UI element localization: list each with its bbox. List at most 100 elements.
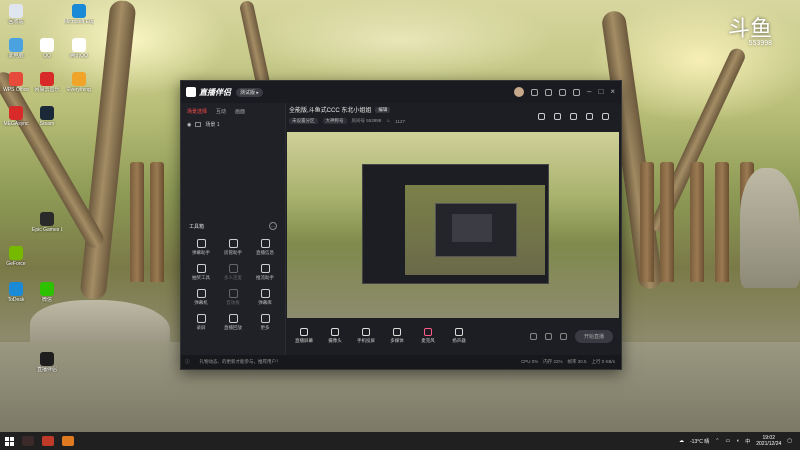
settings-icon[interactable] [559, 88, 567, 96]
tool-item[interactable]: 直播回放 [217, 314, 249, 331]
gift-icon[interactable] [538, 113, 545, 120]
weather-icon[interactable]: ☁ [679, 438, 684, 444]
title-bar[interactable]: 直播伴侣 测试版 ▸ – □ × [181, 81, 621, 103]
desktop-icon[interactable]: QQ [32, 38, 62, 59]
clip-icon[interactable] [544, 332, 552, 340]
desktop-icon[interactable]: Everything [64, 72, 94, 93]
taskbar-app-1[interactable] [22, 436, 34, 446]
tool-item[interactable]: 抽奖工具 [185, 264, 217, 281]
logo-icon [186, 87, 196, 97]
qq-icon [40, 38, 54, 52]
volume-icon[interactable]: ◖ [736, 438, 739, 444]
status-stats: CPU 0% 内存 22% 帧率 30.5 上行 0 KB/s [521, 359, 615, 365]
tool-item[interactable]: 弹幕助手 [185, 239, 217, 256]
desktop-icon[interactable]: MEGAsync [1, 106, 31, 127]
notification-icon[interactable]: ▢ [787, 438, 792, 444]
avatar[interactable] [514, 87, 525, 97]
tab-canvas[interactable]: 画面 [235, 108, 245, 115]
maximize-button[interactable]: □ [598, 88, 603, 96]
lottery-icon [196, 264, 206, 273]
danmu-icon [196, 239, 206, 248]
record-toggle-icon[interactable] [529, 332, 537, 340]
computer-icon [9, 38, 23, 52]
desktop-icon[interactable]: Steam [32, 106, 62, 127]
version-badge[interactable]: 测试版 ▸ [236, 87, 263, 97]
category-tag[interactable]: 未设置分区 [289, 118, 318, 124]
fps-stat: 帧率 30.5 [567, 359, 587, 364]
desktop-icon[interactable]: 此电脑 [1, 38, 31, 59]
tool-item[interactable]: 推流助手 [249, 264, 281, 281]
taskbar-app-3[interactable] [62, 436, 74, 446]
epic-icon [40, 212, 54, 226]
start-button[interactable] [5, 436, 14, 446]
memory-stat: 内存 22% [543, 359, 563, 364]
more-icon [260, 314, 270, 323]
menu-icon[interactable] [573, 88, 581, 96]
app-logo: 直播伴侣 [186, 87, 231, 98]
music-icon [40, 72, 54, 86]
live-info-icons [538, 113, 609, 120]
scene-item[interactable]: ◉ 场景 1 [181, 118, 285, 131]
desktop-icon[interactable]: ToDesk [1, 282, 31, 303]
phone-cast-button[interactable]: 手机投屏 [352, 328, 380, 344]
screen-capture-button[interactable]: 直播屏幕 [290, 328, 318, 344]
tool-item[interactable]: 弹幕库 [249, 289, 281, 306]
close-button[interactable]: × [610, 88, 615, 96]
desktop-icon[interactable]: 网易云音乐 [32, 72, 62, 93]
tool-item[interactable]: 弹幕机 [185, 289, 217, 306]
toolbox-more-icon[interactable]: … [269, 222, 277, 230]
live-title: 全能版,斗鱼式CCC 东北小姐姐 [289, 108, 372, 114]
tool-item[interactable]: 录屏 [185, 314, 217, 331]
taskbar-app-2[interactable] [42, 436, 54, 446]
settings-icon[interactable] [559, 332, 567, 340]
lock-icon[interactable] [554, 113, 561, 120]
tab-interaction[interactable]: 互动 [216, 108, 226, 115]
system-tray: ☁ -13°C 晴 ⌃ ▭ ◖ 中 19:02 2021/12/24 ▢ [679, 435, 792, 447]
bell-icon[interactable] [586, 113, 593, 120]
scene-label: 场景 1 [205, 122, 220, 128]
eye-icon[interactable]: ◉ [187, 122, 191, 128]
cpu-stat: CPU 0% [520, 359, 539, 364]
info-icon: ⓘ [185, 359, 190, 364]
desktop-icon[interactable]: 微信 [32, 282, 62, 303]
start-live-button[interactable]: 开始直播 [574, 329, 613, 343]
minimize-button[interactable]: – [587, 88, 591, 96]
chevron-up-icon[interactable]: ⌃ [715, 438, 719, 444]
taskbar: ☁ -13°C 晴 ⌃ ▭ ◖ 中 19:02 2021/12/24 ▢ [0, 432, 800, 450]
message-icon[interactable] [545, 88, 553, 96]
microphone-button[interactable]: 麦克风 [414, 328, 442, 344]
desktop-icon[interactable]: 回收站 [1, 4, 31, 25]
edit-title-button[interactable]: 编辑 [375, 106, 391, 113]
tool-item[interactable]: 直播信息 [249, 239, 281, 256]
tool-item[interactable]: 音效板 [217, 289, 249, 306]
status-notice: 礼物动态、的更新才能参与，推荐用户！ [199, 359, 281, 364]
stream-preview[interactable] [287, 132, 619, 318]
tool-item[interactable]: 房管助手 [217, 239, 249, 256]
microphone-icon [424, 328, 432, 336]
media-button[interactable]: 多媒体 [383, 328, 411, 344]
weather-text[interactable]: -13°C 晴 [690, 438, 709, 445]
tool-item[interactable]: 多人连麦 [217, 264, 249, 281]
gear-icon[interactable] [602, 113, 609, 120]
upload-stat: 上行 0 KB/s [591, 359, 615, 364]
title-tag[interactable]: 大神称号 [322, 118, 347, 124]
tool-item[interactable]: 更多 [249, 314, 281, 331]
clock[interactable]: 19:02 2021/12/24 [756, 435, 781, 447]
sound-icon [228, 289, 238, 298]
camera-button[interactable]: 摄像头 [321, 328, 349, 344]
desktop-icon[interactable]: Epic Games Launcher [32, 212, 62, 233]
widget-title: 斗鱼 [727, 16, 772, 41]
desktop-icon[interactable]: WPS Office [1, 72, 31, 93]
desktop-icon[interactable]: Microsoft Edge [64, 4, 94, 25]
speaker-button[interactable]: 扬声器 [445, 328, 473, 344]
geforce-icon [9, 246, 23, 260]
share-icon[interactable] [570, 113, 577, 120]
desktop-icon[interactable]: 腾讯QQ [64, 38, 94, 59]
network-icon[interactable]: ▭ [725, 438, 730, 444]
tab-scene[interactable]: 场景选择 [187, 108, 207, 115]
desktop-icon[interactable]: GeForce [1, 246, 31, 267]
ime-indicator[interactable]: 中 [745, 438, 750, 445]
skin-icon[interactable] [531, 88, 539, 96]
desktop-icon[interactable]: 直播伴侣 [32, 352, 62, 373]
play-icon [393, 328, 401, 336]
